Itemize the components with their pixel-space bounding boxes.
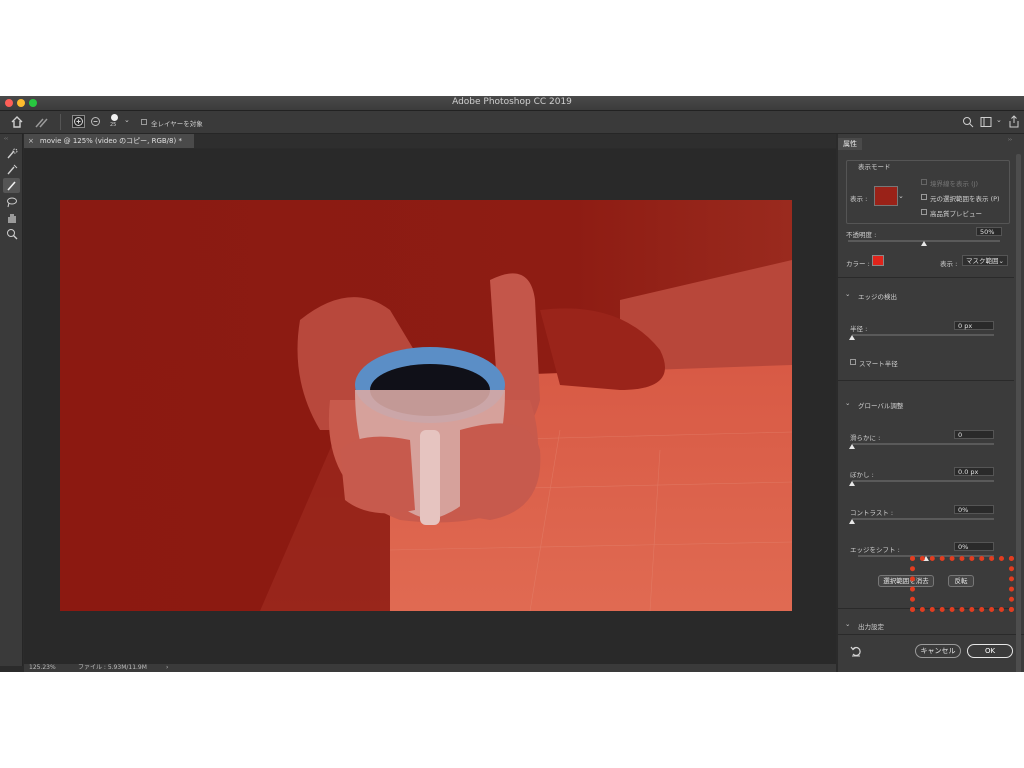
smooth-label: 滑らかに : <box>850 434 881 442</box>
workspace-chevron-icon[interactable]: ⌄ <box>996 116 1002 124</box>
lasso-tool-icon[interactable] <box>6 196 18 208</box>
file-size: ファイル : 5.93M/11.9M <box>78 664 147 671</box>
radius-slider-track[interactable] <box>852 334 994 336</box>
smart-radius-label: スマート半径 <box>859 360 898 368</box>
opacity-label: 不透明度 : <box>846 231 877 239</box>
zoom-level[interactable]: 125.23% <box>29 664 56 672</box>
tools-panel: ‹‹ <box>0 134 23 666</box>
contrast-label: コントラスト : <box>850 509 894 517</box>
display-select-value: マスク範囲 <box>966 257 999 265</box>
feather-slider-track[interactable] <box>852 480 994 482</box>
cancel-button[interactable]: キャンセル <box>915 644 961 658</box>
document-tab[interactable]: × movie @ 125% (video のコピー, RGB/8) * <box>24 134 194 148</box>
display-select[interactable]: マスク範囲 ⌄ <box>962 255 1008 266</box>
display-select-chevron-icon: ⌄ <box>998 257 1004 265</box>
show-edge-checkbox[interactable] <box>921 179 927 185</box>
divider <box>838 634 1024 635</box>
radius-label: 半径 : <box>850 325 868 333</box>
refine-edge-brush-tool-icon[interactable] <box>6 164 18 176</box>
document-tab-label: movie @ 125% (video のコピー, RGB/8) * <box>39 137 182 145</box>
output-settings-title[interactable]: 出力設定 <box>858 621 884 631</box>
show-edge-label: 境界線を表示 (J) <box>930 180 979 188</box>
smart-radius-checkbox[interactable] <box>850 359 856 365</box>
collapse-arrows-icon[interactable]: ‹‹ <box>4 136 8 142</box>
show-original-checkbox[interactable] <box>921 194 927 200</box>
sample-all-layers-label: 全レイヤーを対象 <box>151 120 203 128</box>
reset-icon[interactable] <box>850 645 862 657</box>
smooth-slider-handle[interactable] <box>849 444 855 449</box>
zoom-plus-icon[interactable] <box>72 115 85 128</box>
contrast-slider-track[interactable] <box>852 518 994 520</box>
contrast-slider-handle[interactable] <box>849 519 855 524</box>
search-icon[interactable] <box>962 116 974 128</box>
brush-dropdown-chevron-icon[interactable]: ⌄ <box>124 116 130 124</box>
smooth-slider-track[interactable] <box>852 443 994 445</box>
masked-photo-image <box>60 200 792 611</box>
panel-collapse-icon[interactable]: ›› <box>1008 137 1012 143</box>
hand-tool-icon[interactable] <box>6 212 18 224</box>
title-bar: Adobe Photoshop CC 2019 <box>0 96 1024 111</box>
radius-input[interactable]: 0 px <box>954 321 994 330</box>
divider <box>60 114 61 130</box>
divider <box>838 277 1014 278</box>
zoom-minus-icon[interactable] <box>89 115 102 128</box>
feather-label: ぼかし : <box>850 471 874 479</box>
overlay-color-swatch[interactable] <box>872 255 884 266</box>
canvas-area[interactable] <box>24 149 836 664</box>
status-menu-arrow-icon[interactable]: › <box>166 664 168 672</box>
panel-scrollbar[interactable] <box>1016 154 1021 672</box>
feather-slider-handle[interactable] <box>849 481 855 486</box>
quick-selection-tool-icon[interactable] <box>6 148 18 160</box>
edge-detection-title[interactable]: エッジの検出 <box>858 291 897 301</box>
color-label: カラー : <box>846 260 870 268</box>
view-mode-title: 表示モード <box>856 161 893 171</box>
smooth-input[interactable]: 0 <box>954 430 994 439</box>
show-original-label: 元の選択範囲を表示 (P) <box>930 195 1000 203</box>
highlight-annotation <box>910 556 1014 612</box>
shift-edge-label: エッジをシフト : <box>850 546 900 554</box>
global-refinements-chevron-icon[interactable]: ⌄ <box>845 399 850 407</box>
document-tab-bar: × movie @ 125% (video のコピー, RGB/8) * <box>24 134 836 148</box>
global-refinements-title[interactable]: グローバル調整 <box>858 400 903 410</box>
display-label: 表示 : <box>940 260 958 268</box>
photo-canvas[interactable] <box>60 200 792 611</box>
workspace-icon[interactable] <box>980 116 994 128</box>
view-label: 表示 : <box>850 195 868 203</box>
home-icon[interactable] <box>10 115 24 129</box>
zoom-tool-icon[interactable] <box>6 228 18 240</box>
radius-slider-handle[interactable] <box>849 335 855 340</box>
ok-button[interactable]: OK <box>967 644 1013 658</box>
feather-input[interactable]: 0.0 px <box>954 467 994 476</box>
view-mode-dropdown-icon[interactable]: ⌄ <box>898 192 904 200</box>
output-settings-chevron-icon[interactable]: ⌄ <box>845 620 850 628</box>
sample-all-layers-checkbox[interactable] <box>141 119 147 125</box>
contrast-input[interactable]: 0% <box>954 505 994 514</box>
options-bar: 25 ⌄ 全レイヤーを対象 ⌄ <box>0 111 1024 134</box>
window-title: Adobe Photoshop CC 2019 <box>452 97 572 107</box>
photoshop-window: Adobe Photoshop CC 2019 25 ⌄ 全レイヤーを対象 ⌄ … <box>0 96 1024 672</box>
brush-size: 25 <box>110 122 117 128</box>
shift-edge-input[interactable]: 0% <box>954 542 994 551</box>
opacity-slider-handle[interactable] <box>921 241 927 246</box>
status-bar: 125.23% ファイル : 5.93M/11.9M › <box>24 664 836 672</box>
tab-properties[interactable]: 属性 <box>838 138 862 150</box>
brush-preview-icon[interactable] <box>111 114 118 121</box>
refine-brush-tool-icon[interactable] <box>34 115 50 129</box>
view-mode-thumbnail[interactable] <box>874 186 898 206</box>
close-tab-icon[interactable]: × <box>28 137 34 145</box>
brush-tool-icon[interactable] <box>6 180 18 192</box>
edge-detection-chevron-icon[interactable]: ⌄ <box>845 290 850 298</box>
share-icon[interactable] <box>1008 115 1020 128</box>
high-quality-preview-label: 高品質プレビュー <box>930 210 982 218</box>
high-quality-preview-checkbox[interactable] <box>921 209 927 215</box>
divider <box>838 380 1014 381</box>
opacity-input[interactable]: 50% <box>976 227 1002 236</box>
